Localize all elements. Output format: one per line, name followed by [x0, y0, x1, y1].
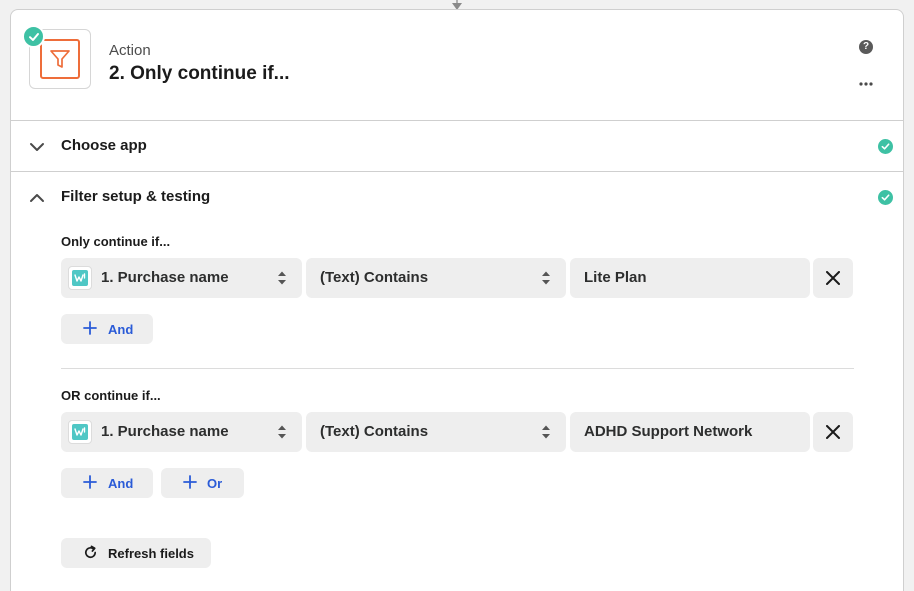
- remove-condition-button[interactable]: [813, 258, 853, 298]
- refresh-fields-button[interactable]: Refresh fields: [61, 538, 211, 568]
- value-input[interactable]: ADHD Support Network: [570, 412, 810, 452]
- sort-arrows-icon: [542, 425, 550, 439]
- button-label: And: [108, 476, 134, 491]
- operator-select[interactable]: (Text) Contains: [306, 412, 566, 452]
- value-input[interactable]: Lite Plan: [570, 258, 810, 298]
- section-filter-setup[interactable]: Filter setup & testing: [11, 172, 903, 223]
- field-select[interactable]: 1. Purchase name: [61, 258, 302, 298]
- group-divider: [61, 368, 854, 369]
- remove-condition-button[interactable]: [813, 412, 853, 452]
- field-select[interactable]: 1. Purchase name: [61, 412, 302, 452]
- value-text: Lite Plan: [584, 269, 647, 286]
- section-choose-app[interactable]: Choose app: [11, 121, 903, 172]
- step-title[interactable]: 2. Only continue if...: [109, 63, 290, 85]
- section-complete-check-icon: [878, 139, 893, 154]
- field-value: 1. Purchase name: [101, 269, 229, 286]
- plus-icon: [83, 321, 97, 335]
- chevron-up-icon[interactable]: [29, 190, 45, 206]
- section-complete-check-icon: [878, 190, 893, 205]
- group-label: OR continue if...: [61, 388, 161, 403]
- plus-icon: [83, 475, 97, 489]
- close-icon: [826, 271, 840, 285]
- step-card: Action 2. Only continue if... ? Choose a…: [10, 9, 904, 591]
- help-icon[interactable]: ?: [859, 40, 873, 54]
- group-label: Only continue if...: [61, 234, 171, 249]
- app-icon: [68, 420, 92, 444]
- operator-value: (Text) Contains: [320, 423, 429, 440]
- plus-icon: [183, 475, 197, 489]
- operator-select[interactable]: (Text) Contains: [306, 258, 566, 298]
- add-and-button[interactable]: And: [61, 314, 153, 344]
- refresh-icon: [85, 545, 97, 559]
- chevron-down-icon[interactable]: [29, 139, 45, 155]
- step-header[interactable]: Action 2. Only continue if... ?: [11, 10, 903, 121]
- button-label: And: [108, 322, 134, 337]
- value-text: ADHD Support Network: [584, 423, 753, 440]
- filter-icon: [50, 50, 70, 68]
- operator-value: (Text) Contains: [320, 269, 429, 286]
- more-icon[interactable]: [858, 80, 874, 88]
- button-label: Or: [207, 476, 223, 491]
- step-complete-check-icon: [22, 25, 45, 48]
- close-icon: [826, 425, 840, 439]
- field-value: 1. Purchase name: [101, 423, 229, 440]
- add-and-button[interactable]: And: [61, 468, 153, 498]
- section-label: Filter setup & testing: [61, 188, 211, 205]
- app-icon: [68, 266, 92, 290]
- step-type-label: Action: [109, 42, 151, 59]
- add-or-button[interactable]: Or: [161, 468, 244, 498]
- sort-arrows-icon: [278, 425, 286, 439]
- sort-arrows-icon: [542, 271, 550, 285]
- section-label: Choose app: [61, 137, 147, 154]
- sort-arrows-icon: [278, 271, 286, 285]
- button-label: Refresh fields: [108, 546, 194, 561]
